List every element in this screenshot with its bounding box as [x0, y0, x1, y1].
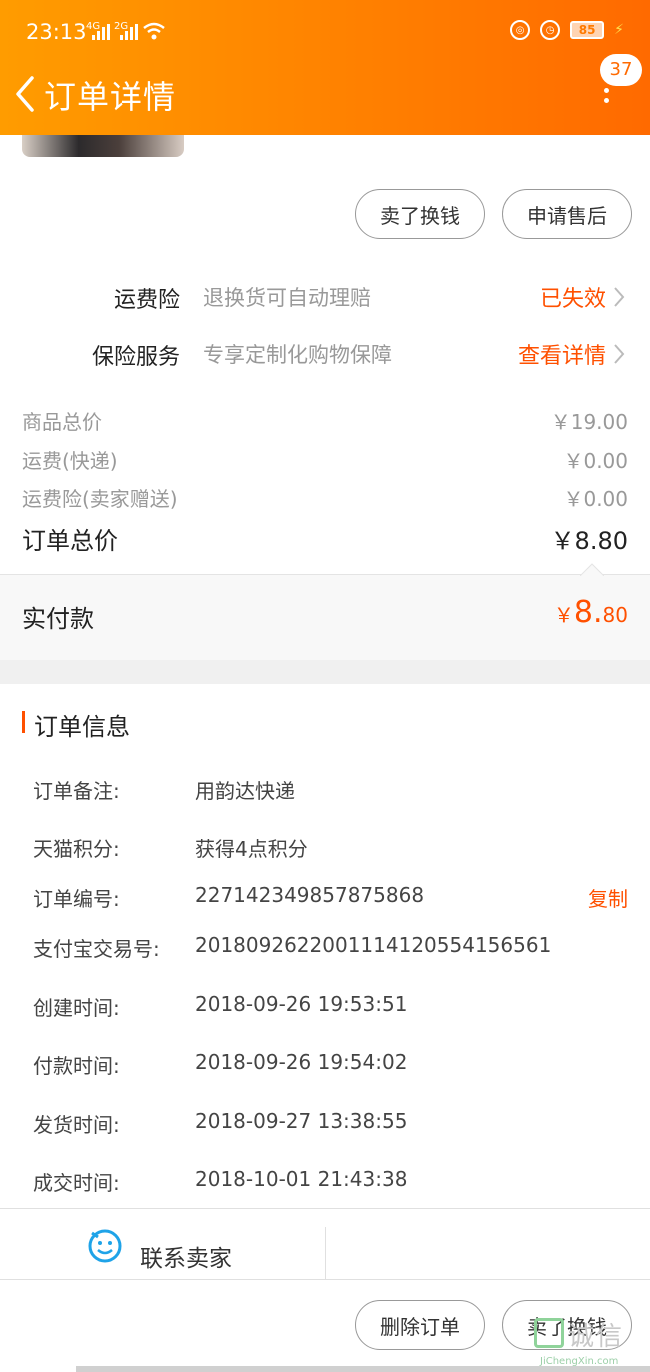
info-key: 天猫积分:	[33, 837, 120, 861]
paid-amount-box: 实付款 ￥8.80	[0, 563, 650, 660]
info-row-completed: 成交时间: 2018-10-01 21:43:38	[0, 1167, 650, 1201]
delete-order-button[interactable]: 删除订单	[355, 1300, 485, 1350]
insurance-service-desc: 专享定制化购物保障	[203, 343, 392, 367]
info-value: 获得4点积分	[195, 837, 308, 861]
paid-decimal: 80	[602, 603, 628, 627]
shipping-insurance-row[interactable]: 运费险 退换货可自动理赔 已失效	[0, 276, 650, 316]
goods-total-row: 商品总价 ￥19.00	[22, 406, 628, 436]
goods-total-label: 商品总价	[22, 410, 102, 434]
section-divider	[0, 660, 650, 684]
shipping-fee-label: 运费(快递)	[22, 449, 118, 473]
order-total-row: 订单总价 ￥8.80	[22, 521, 628, 555]
info-row-points: 天猫积分: 获得4点积分	[0, 833, 650, 867]
order-total-label: 订单总价	[22, 527, 118, 555]
info-value: 227142349857875868	[195, 883, 425, 907]
nav-bar: 订单详情 37	[0, 54, 650, 135]
watermark-logo	[534, 1318, 564, 1348]
info-key: 订单备注:	[33, 779, 120, 803]
order-info-title: 订单信息	[34, 713, 130, 741]
shipping-insurance-fee-row: 运费险(卖家赠送) ￥0.00	[22, 483, 628, 513]
shipping-fee-row: 运费(快递) ￥0.00	[22, 445, 628, 475]
info-row-created: 创建时间: 2018-09-26 19:53:51	[0, 992, 650, 1026]
signal-icon	[92, 24, 110, 40]
info-row-paid: 付款时间: 2018-09-26 19:54:02	[0, 1050, 650, 1084]
info-value: 2018-09-26 19:53:51	[195, 992, 408, 1016]
watermark-text: 诚信	[568, 1322, 625, 1352]
info-key: 发货时间:	[33, 1113, 120, 1137]
shipping-insurance-fee-value: ￥0.00	[563, 487, 628, 511]
contact-bar: 联系卖家	[0, 1208, 650, 1280]
paid-amount-label: 实付款	[22, 605, 94, 633]
info-row-shipped: 发货时间: 2018-09-27 13:38:55	[0, 1109, 650, 1143]
goods-total-value: ￥19.00	[550, 410, 628, 434]
copy-order-number-button[interactable]: 复制	[588, 883, 628, 912]
shipping-insurance-label: 运费险	[113, 288, 180, 313]
info-key: 创建时间:	[33, 996, 120, 1020]
shipping-insurance-status: 已失效	[539, 287, 606, 312]
battery-icon: 85	[570, 21, 605, 39]
info-value: 用韵达快递	[195, 779, 295, 803]
bottom-strip	[76, 1366, 650, 1372]
chevron-right-icon	[614, 287, 625, 307]
apply-aftersale-button[interactable]: 申请售后	[502, 189, 632, 239]
view-details-link[interactable]: 查看详情	[518, 338, 606, 370]
status-time: 23:13	[26, 20, 87, 44]
charging-icon: ⚡	[614, 22, 624, 38]
message-count-badge[interactable]: 37	[600, 54, 642, 86]
section-accent-bar	[22, 711, 25, 733]
insurance-service-label: 保险服务	[91, 345, 180, 370]
info-key: 订单编号:	[33, 887, 120, 911]
wifi-icon	[143, 22, 165, 40]
app-header: 23:13 4G 2G ◎ ◷ 85 ⚡ 订单详情 37	[0, 0, 650, 135]
info-key: 支付宝交易号:	[33, 937, 160, 961]
shipping-fee-value: ￥0.00	[563, 449, 628, 473]
info-key: 付款时间:	[33, 1054, 120, 1078]
lock-rotation-icon: ◎	[510, 20, 531, 40]
contact-seller-button[interactable]: 联系卖家	[140, 1239, 232, 1273]
insurance-service-row[interactable]: 保险服务 专享定制化购物保障 查看详情	[0, 333, 650, 373]
paid-integer: 8.	[573, 595, 603, 630]
shipping-insurance-fee-label: 运费险(卖家赠送)	[22, 487, 178, 511]
order-total-value: ￥8.80	[550, 527, 628, 555]
paid-currency: ￥	[553, 603, 574, 627]
paid-amount-value: ￥8.80	[554, 595, 628, 630]
back-arrow-icon[interactable]	[12, 74, 38, 114]
info-value: 2018-09-27 13:38:55	[195, 1109, 408, 1133]
info-row-note: 订单备注: 用韵达快递	[0, 775, 650, 809]
info-value: 2018092622001114120554156561	[195, 933, 552, 957]
info-row-order-number: 订单编号: 227142349857875868 复制	[0, 883, 650, 917]
info-value: 2018-09-26 19:54:02	[195, 1050, 408, 1074]
chevron-right-icon	[614, 344, 625, 364]
divider	[325, 1227, 326, 1279]
sell-for-cash-button[interactable]: 卖了换钱	[355, 189, 485, 239]
info-key: 成交时间:	[33, 1171, 120, 1195]
more-menu-icon[interactable]	[598, 88, 614, 114]
signal-icon-2	[120, 24, 138, 40]
caret-up-icon	[580, 563, 604, 576]
status-bar: 23:13 4G 2G ◎ ◷ 85 ⚡	[0, 0, 650, 66]
shipping-insurance-desc: 退换货可自动理赔	[203, 286, 371, 310]
status-right: ◎ ◷ 85 ⚡	[510, 20, 624, 40]
info-value: 2018-10-01 21:43:38	[195, 1167, 408, 1191]
chat-smile-icon[interactable]	[86, 1227, 124, 1265]
page-title: 订单详情	[44, 78, 177, 116]
alarm-icon: ◷	[540, 20, 561, 40]
info-row-alipay: 支付宝交易号: 2018092622001114120554156561	[0, 933, 650, 967]
